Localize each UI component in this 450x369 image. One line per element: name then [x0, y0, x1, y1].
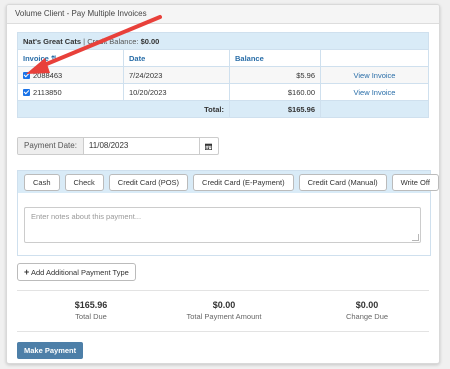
panel-title: Volume Client - Pay Multiple Invoices [7, 5, 439, 24]
credit-card-epayment-button[interactable]: Credit Card (E-Payment) [193, 173, 294, 191]
client-row: Nat's Great Cats | Credit Balance: $0.00 [17, 32, 429, 50]
add-payment-type-button[interactable]: + Add Additional Payment Type [17, 263, 136, 281]
column-date-header: Date [123, 49, 230, 67]
make-payment-button[interactable]: Make Payment [17, 342, 84, 359]
resize-grip-icon[interactable] [412, 234, 419, 241]
column-balance-header: Balance [229, 49, 321, 67]
column-invoice-header[interactable]: Invoice ⇅ [17, 49, 124, 67]
total-payment-label: Total Payment Amount [186, 312, 262, 321]
invoice-checkbox[interactable] [23, 89, 30, 97]
invoice-date: 10/20/2023 [123, 83, 230, 101]
table-header-row: Invoice ⇅ Date Balance [17, 49, 429, 67]
divider [17, 290, 429, 291]
total-value: $165.96 [229, 100, 321, 118]
invoice-balance: $160.00 [229, 83, 321, 101]
credit-balance-label: Credit Balance: [87, 36, 139, 46]
total-due-label: Total Due [75, 312, 107, 321]
invoice-checkbox[interactable] [23, 72, 30, 80]
payment-date-group: Payment Date: 11/08/2023 [17, 137, 219, 155]
view-invoice-link[interactable]: View Invoice [320, 83, 429, 101]
payment-date-label: Payment Date: [18, 138, 84, 154]
payment-type-box: Cash Check Credit Card (POS) Credit Card… [17, 170, 439, 256]
invoice-number: 2113850 [33, 87, 62, 97]
calendar-button[interactable] [198, 138, 218, 154]
table-row: 2113850 10/20/2023 $160.00 View Invoice [17, 83, 429, 101]
view-invoice-link[interactable]: View Invoice [320, 66, 429, 84]
column-action-header [320, 49, 429, 67]
divider [17, 331, 429, 332]
invoice-number: 2088463 [33, 70, 63, 80]
calendar-icon [205, 143, 213, 150]
change-due-amount: $0.00 [355, 300, 379, 310]
total-due-summary: $165.96 Total Due [31, 300, 151, 321]
total-row: Total: $165.96 [17, 100, 429, 118]
table-row: 2088463 7/24/2023 $5.96 View Invoice [17, 66, 429, 84]
check-button[interactable]: Check [64, 173, 104, 191]
client-name: Nat's Great Cats [23, 36, 82, 46]
payment-type-bar: Cash Check Credit Card (POS) Credit Card… [18, 171, 439, 193]
invoice-date: 7/24/2023 [123, 66, 230, 84]
payment-notes-textarea[interactable]: Enter notes about this payment... [24, 207, 421, 243]
invoice-balance: $5.96 [229, 66, 321, 84]
add-payment-type-label: Add Additional Payment Type [30, 268, 129, 277]
total-payment-summary: $0.00 Total Payment Amount [164, 300, 284, 321]
total-payment-amount: $0.00 [212, 300, 236, 310]
invoice-table: Nat's Great Cats | Credit Balance: $0.00… [17, 32, 429, 118]
pay-invoices-panel: Volume Client - Pay Multiple Invoices Na… [6, 4, 440, 364]
payment-date-input[interactable]: 11/08/2023 [84, 138, 199, 154]
change-due-summary: $0.00 Change Due [307, 300, 427, 321]
credit-card-pos-button[interactable]: Credit Card (POS) [108, 173, 189, 191]
credit-card-manual-button[interactable]: Credit Card (Manual) [298, 173, 387, 191]
write-off-button[interactable]: Write Off [391, 173, 439, 191]
cash-button[interactable]: Cash [24, 173, 60, 191]
total-label: Total: [17, 100, 230, 118]
change-due-label: Change Due [345, 312, 389, 321]
credit-balance-value: $0.00 [140, 36, 160, 46]
plus-icon: + [24, 267, 30, 277]
total-due-amount: $165.96 [74, 300, 108, 310]
